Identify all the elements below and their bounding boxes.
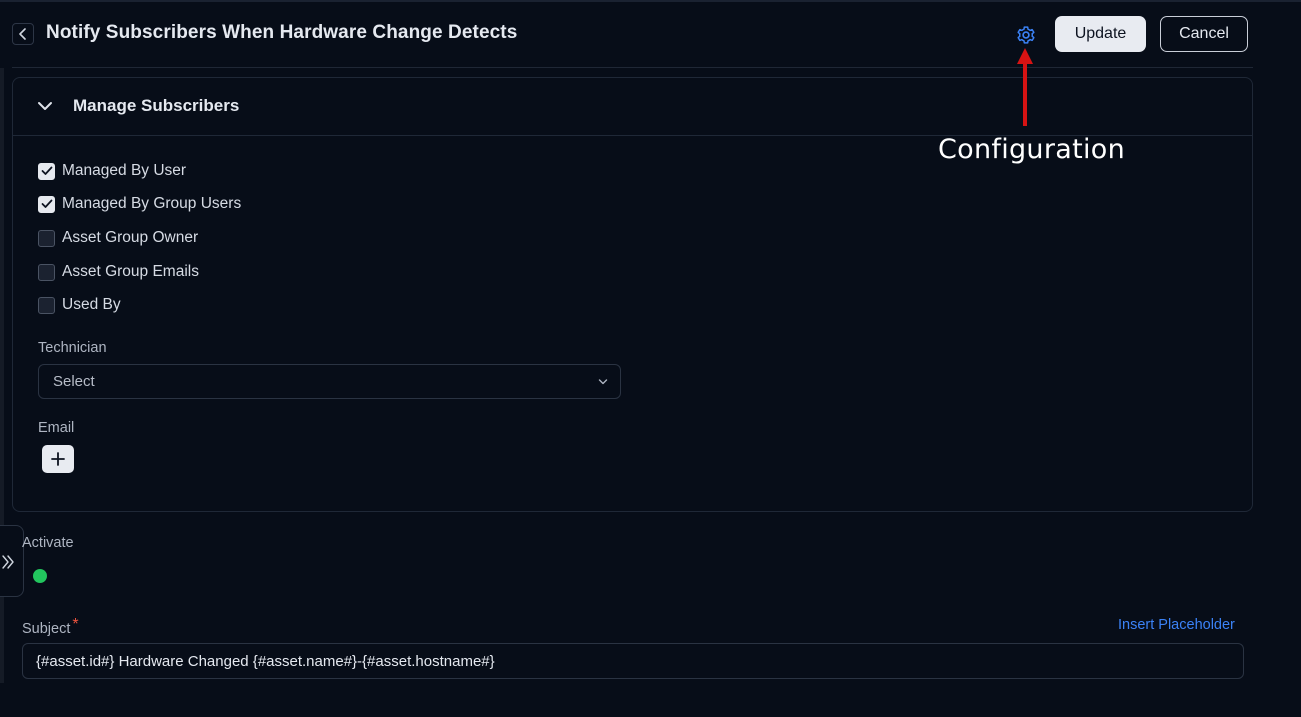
check-icon (41, 166, 52, 175)
checkbox-used-by[interactable]: Used By (38, 295, 121, 315)
add-email-button[interactable] (42, 445, 74, 473)
sidebar-expand-button[interactable] (0, 525, 24, 597)
insert-placeholder-link[interactable]: Insert Placeholder (1118, 617, 1235, 633)
technician-select-value: Select (53, 373, 95, 390)
subject-label-text: Subject (22, 621, 71, 637)
chevron-down-icon (598, 379, 608, 385)
checkbox-managed-by-group-users[interactable]: Managed By Group Users (38, 194, 241, 214)
checkbox[interactable] (38, 195, 55, 213)
chevron-down-icon (38, 102, 52, 110)
update-button[interactable]: Update (1055, 16, 1146, 52)
technician-label: Technician (38, 340, 107, 356)
required-mark: * (72, 616, 79, 633)
checkbox-label: Asset Group Emails (62, 263, 199, 280)
checkbox-managed-by-user[interactable]: Managed By User (38, 161, 186, 181)
checkbox[interactable] (38, 296, 55, 314)
header-divider (12, 67, 1253, 68)
checkbox-label: Managed By Group Users (62, 195, 242, 212)
email-label: Email (38, 420, 75, 436)
checkbox[interactable] (38, 229, 55, 247)
annotation-arrow-icon (1017, 48, 1033, 126)
activate-toggle[interactable] (33, 569, 47, 583)
subject-label: Subject * (22, 616, 79, 638)
activate-label: Activate (22, 535, 74, 551)
checkbox[interactable] (38, 162, 55, 180)
technician-select[interactable]: Select (38, 364, 621, 399)
chevron-left-icon (19, 28, 26, 40)
subject-input[interactable] (22, 643, 1244, 679)
checkbox-label: Used By (62, 296, 121, 313)
manage-subscribers-header[interactable]: Manage Subscribers (13, 78, 1252, 136)
checkbox-label: Asset Group Owner (62, 229, 199, 246)
annotation-label: Configuration (938, 134, 1126, 165)
checkbox-asset-group-emails[interactable]: Asset Group Emails (38, 262, 199, 282)
page-header: Notify Subscribers When Hardware Change … (0, 0, 1301, 68)
cancel-button[interactable]: Cancel (1160, 16, 1248, 52)
manage-subscribers-title: Manage Subscribers (73, 96, 240, 115)
page-title: Notify Subscribers When Hardware Change … (46, 22, 518, 43)
checkbox[interactable] (38, 263, 55, 281)
double-chevron-right-icon (2, 555, 14, 569)
gear-icon[interactable] (1016, 25, 1036, 45)
plus-icon (51, 452, 65, 466)
check-icon (41, 199, 52, 208)
checkbox-label: Managed By User (62, 162, 187, 179)
back-button[interactable] (12, 23, 34, 45)
checkbox-asset-group-owner[interactable]: Asset Group Owner (38, 228, 198, 248)
